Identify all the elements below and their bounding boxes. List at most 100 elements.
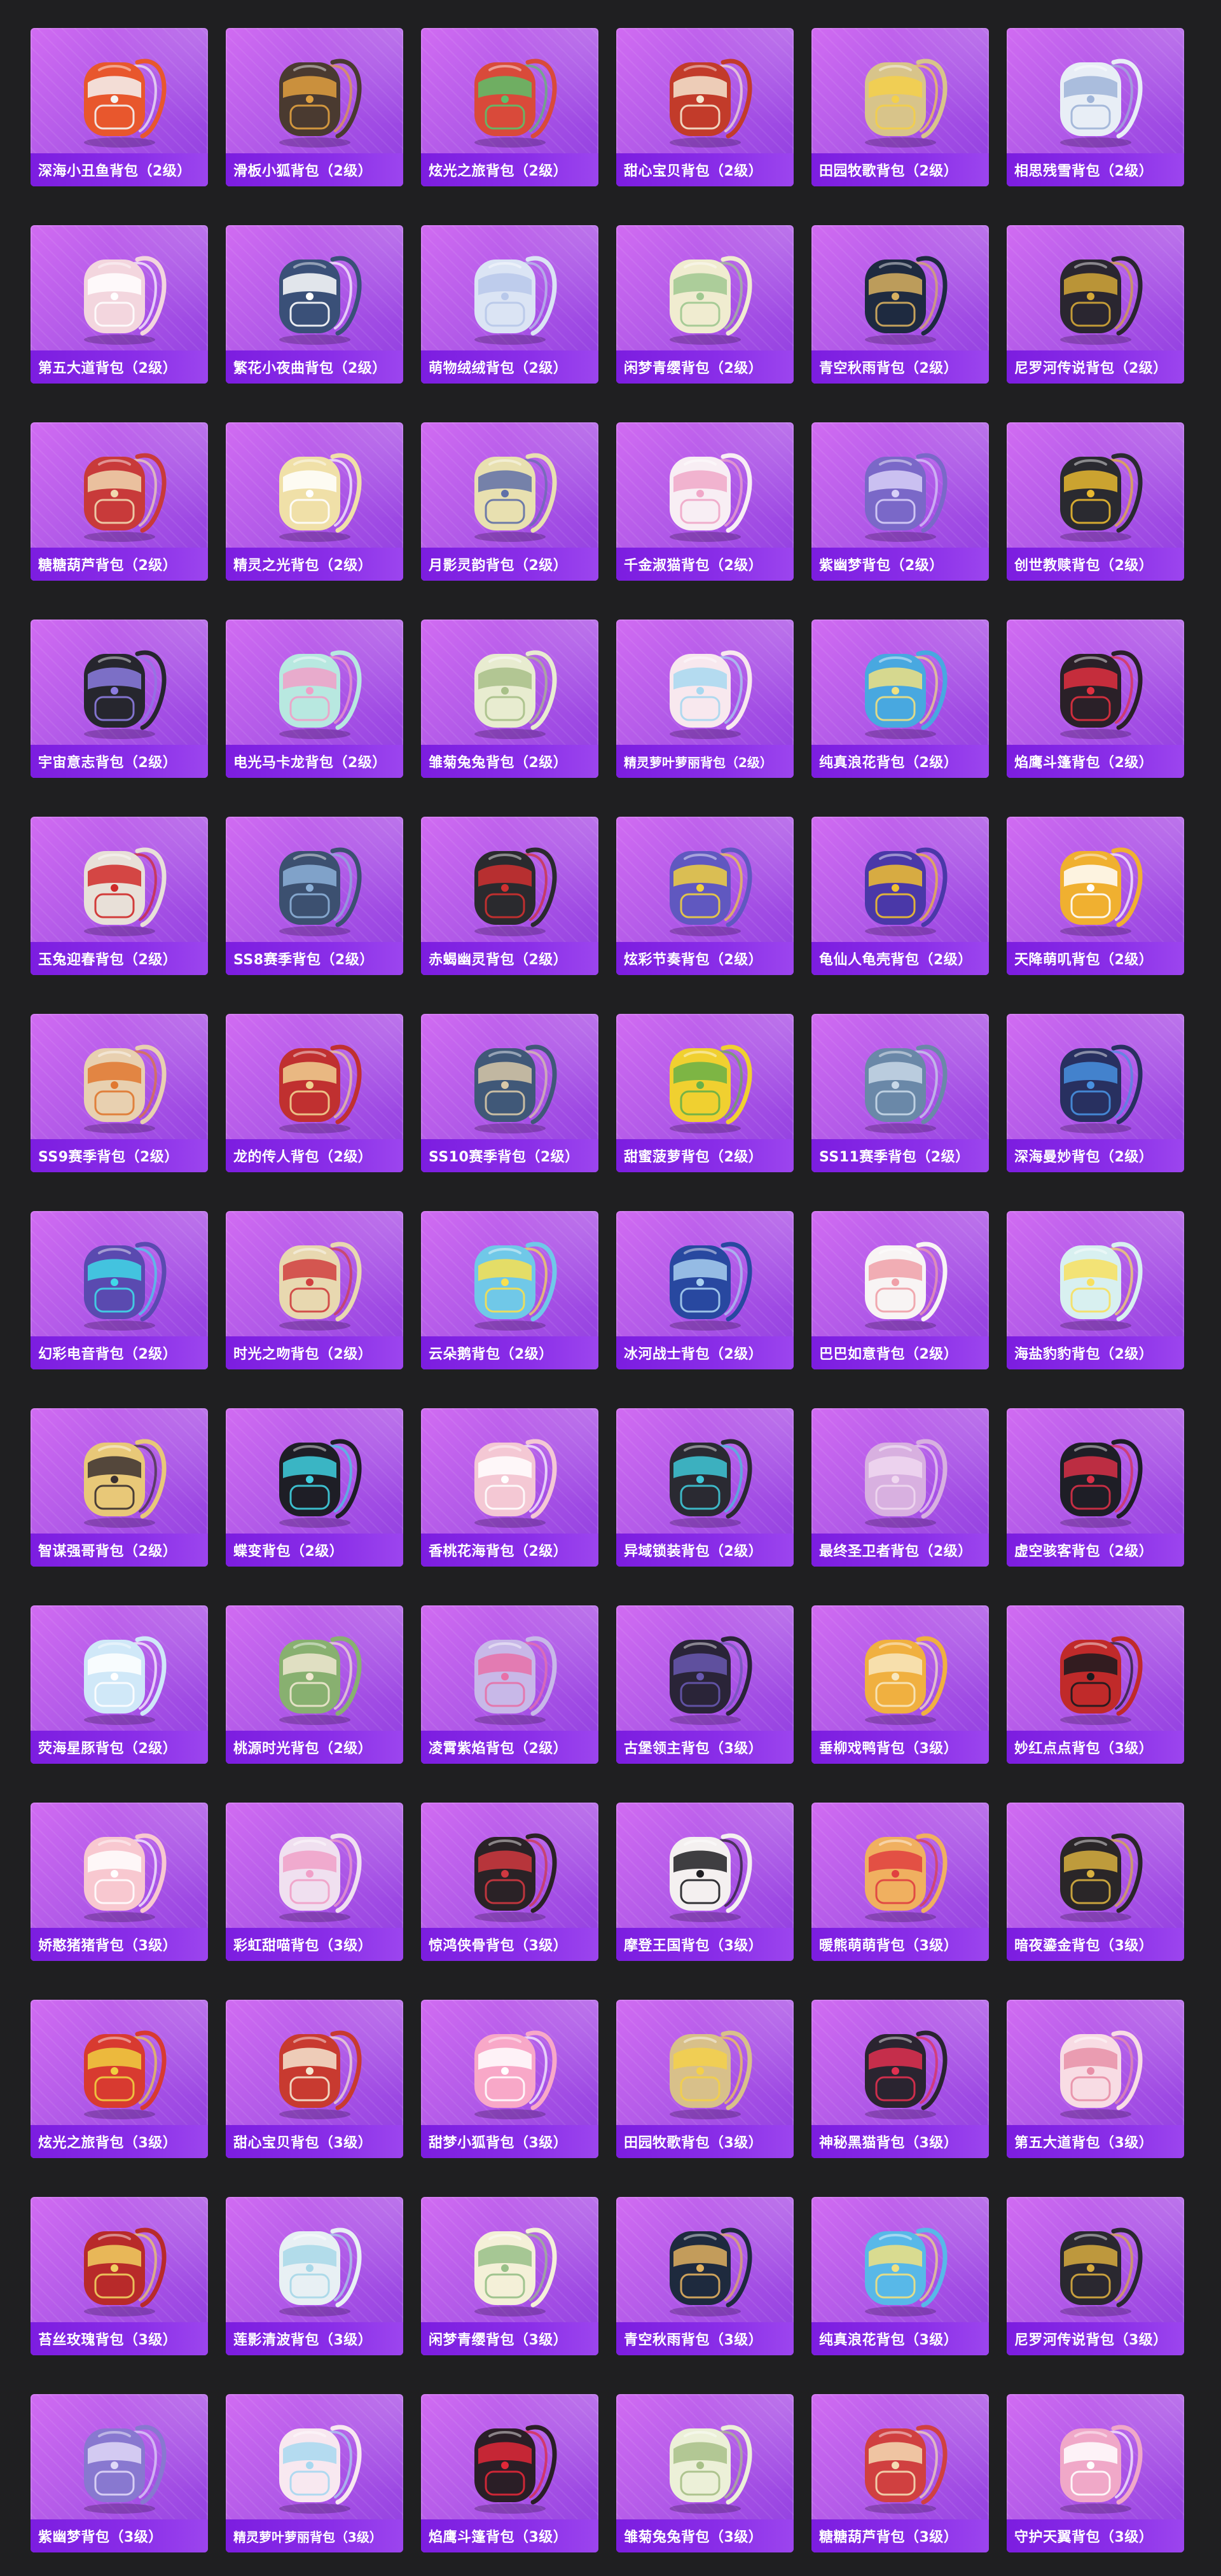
backpack-card-48[interactable]: 虚空骇客背包（2级）	[1007, 1408, 1184, 1567]
backpack-card-33[interactable]: SS10赛季背包（2级）	[421, 1014, 598, 1172]
backpack-card-57[interactable]: 惊鸿侠骨背包（3级）	[421, 1803, 598, 1961]
backpack-card-26[interactable]: SS8赛季背包（2级）	[226, 817, 403, 975]
backpack-card-41[interactable]: 巴巴如意背包（2级）	[811, 1211, 989, 1369]
ss10-season-backpack-icon	[474, 1044, 557, 1133]
backpack-card-29[interactable]: 龟仙人龟壳背包（2级）	[811, 817, 989, 975]
backpack-card-51[interactable]: 凌霄紫焰背包（2级）	[421, 1605, 598, 1764]
butterfly-change-backpack-icon	[279, 1439, 362, 1528]
backpack-card-14[interactable]: 精灵之光背包（2级）	[226, 422, 403, 581]
backpack-card-21[interactable]: 雏菊兔兔背包（2级）	[421, 620, 598, 778]
backpack-card-47[interactable]: 最终圣卫者背包（2级）	[811, 1408, 989, 1567]
backpack-card-32[interactable]: 龙的传人背包（2级）	[226, 1014, 403, 1172]
backpack-card-2[interactable]: 滑板小狐背包（2级）	[226, 28, 403, 186]
backpack-caption: 糖糖葫芦背包（2级）	[31, 548, 208, 581]
backpack-card-38[interactable]: 时光之吻背包（2级）	[226, 1211, 403, 1369]
backpack-name: 纯真浪花背包（3级）	[819, 2332, 958, 2348]
backpack-card-46[interactable]: 异域锁装背包（2级）	[616, 1408, 794, 1567]
backpack-name: 龟仙人龟壳背包（2级）	[819, 952, 972, 968]
backpack-card-78[interactable]: 守护天翼背包（3级）	[1007, 2394, 1184, 2552]
backpack-card-4[interactable]: 甜心宝贝背包（2级）	[616, 28, 794, 186]
backpack-card-28[interactable]: 炫彩节奏背包（2级）	[616, 817, 794, 975]
daisy-bunny-lv3-backpack-icon	[669, 2425, 752, 2514]
backpack-card-15[interactable]: 月影灵韵背包（2级）	[421, 422, 598, 581]
backpack-card-27[interactable]: 赤蝎幽灵背包（2级）	[421, 817, 598, 975]
backpack-card-1[interactable]: 深海小丑鱼背包（2级）	[31, 28, 208, 186]
backpack-card-23[interactable]: 纯真浪花背包（2级）	[811, 620, 989, 778]
backpack-card-6[interactable]: 相思残雪背包（2级）	[1007, 28, 1184, 186]
backpack-caption: 智谋强哥背包（2级）	[31, 1534, 208, 1567]
backpack-name: 炫光之旅背包（3级）	[38, 2135, 177, 2151]
backpack-card-37[interactable]: 幻彩电音背包（2级）	[31, 1211, 208, 1369]
backpack-card-73[interactable]: 紫幽梦背包（3级）	[31, 2394, 208, 2552]
backpack-card-64[interactable]: 田园牧歌背包（3级）	[616, 2000, 794, 2158]
backpack-card-69[interactable]: 闲梦青缨背包（3级）	[421, 2197, 598, 2355]
backpack-card-54[interactable]: 妙红点点背包（3级）	[1007, 1605, 1184, 1764]
backpack-card-35[interactable]: SS11赛季背包（2级）	[811, 1014, 989, 1172]
backpack-card-40[interactable]: 冰河战士背包（2级）	[616, 1211, 794, 1369]
backpack-card-30[interactable]: 天降萌叽背包（2级）	[1007, 817, 1184, 975]
backpack-card-67[interactable]: 苔丝玫瑰背包（3级）	[31, 2197, 208, 2355]
backpack-card-42[interactable]: 海盐豹豹背包（2级）	[1007, 1211, 1184, 1369]
backpack-name: 炫光之旅背包（2级）	[429, 163, 568, 179]
backpack-card-13[interactable]: 糖糖葫芦背包（2级）	[31, 422, 208, 581]
backpack-card-12[interactable]: 尼罗河传说背包（2级）	[1007, 225, 1184, 384]
backpack-card-18[interactable]: 创世教赎背包（2级）	[1007, 422, 1184, 581]
backpack-card-43[interactable]: 智谋强哥背包（2级）	[31, 1408, 208, 1567]
backpack-card-34[interactable]: 甜蜜菠萝背包（2级）	[616, 1014, 794, 1172]
backpack-card-22[interactable]: 精灵萝叶萝丽背包（2级）	[616, 620, 794, 778]
red-dots-backpack-icon	[1059, 1636, 1143, 1725]
backpack-card-39[interactable]: 云朵鹅背包（2级）	[421, 1211, 598, 1369]
backpack-card-76[interactable]: 雏菊兔兔背包（3级）	[616, 2394, 794, 2552]
backpack-card-63[interactable]: 甜梦小狐背包（3级）	[421, 2000, 598, 2158]
backpack-caption: 创世教赎背包（2级）	[1007, 548, 1184, 581]
backpack-card-74[interactable]: 精灵萝叶萝丽背包（3级）	[226, 2394, 403, 2552]
backpack-card-17[interactable]: 紫幽梦背包（2级）	[811, 422, 989, 581]
backpack-card-75[interactable]: 焰鹰斗篷背包（3级）	[421, 2394, 598, 2552]
backpack-name: 萌物绒绒背包（2级）	[429, 361, 568, 377]
backpack-card-50[interactable]: 桃源时光背包（2级）	[226, 1605, 403, 1764]
backpack-card-3[interactable]: 炫光之旅背包（2级）	[421, 28, 598, 186]
backpack-card-70[interactable]: 青空秋雨背包（3级）	[616, 2197, 794, 2355]
backpack-card-60[interactable]: 暗夜鎏金背包（3级）	[1007, 1803, 1184, 1961]
cloud-goose-backpack-icon	[474, 1242, 557, 1331]
backpack-card-11[interactable]: 青空秋雨背包（2级）	[811, 225, 989, 384]
backpack-card-44[interactable]: 蝶变背包（2级）	[226, 1408, 403, 1567]
backpack-card-9[interactable]: 萌物绒绒背包（2级）	[421, 225, 598, 384]
backpack-card-5[interactable]: 田园牧歌背包（2级）	[811, 28, 989, 186]
backpack-name: 紫幽梦背包（2级）	[819, 558, 944, 574]
backpack-name: 异域锁装背包（2级）	[624, 1544, 763, 1560]
backpack-card-68[interactable]: 莲影清波背包（3级）	[226, 2197, 403, 2355]
purple-dream-lv3-backpack-icon	[83, 2425, 167, 2514]
backpack-card-56[interactable]: 彩虹甜喵背包（3级）	[226, 1803, 403, 1961]
backpack-card-52[interactable]: 古堡领主背包（3级）	[616, 1605, 794, 1764]
backpack-card-20[interactable]: 电光马卡龙背包（2级）	[226, 620, 403, 778]
backpack-card-8[interactable]: 繁花小夜曲背包（2级）	[226, 225, 403, 384]
backpack-caption: 雏菊兔兔背包（2级）	[421, 745, 598, 778]
backpack-name: 繁花小夜曲背包（2级）	[233, 361, 387, 377]
backpack-card-36[interactable]: 深海曼妙背包（2级）	[1007, 1014, 1184, 1172]
backpack-card-77[interactable]: 糖糖葫芦背包（3级）	[811, 2394, 989, 2552]
castle-lord-backpack-icon	[669, 1636, 752, 1725]
backpack-caption: 暖熊萌萌背包（3级）	[811, 1928, 989, 1961]
backpack-card-31[interactable]: SS9赛季背包（2级）	[31, 1014, 208, 1172]
backpack-card-59[interactable]: 暖熊萌萌背包（3级）	[811, 1803, 989, 1961]
backpack-card-16[interactable]: 千金淑猫背包（2级）	[616, 422, 794, 581]
purple-flame-backpack-icon	[474, 1636, 557, 1725]
backpack-card-61[interactable]: 炫光之旅背包（3级）	[31, 2000, 208, 2158]
backpack-card-10[interactable]: 闲梦青缨背包（2级）	[616, 225, 794, 384]
backpack-card-66[interactable]: 第五大道背包（3级）	[1007, 2000, 1184, 2158]
backpack-card-53[interactable]: 垂柳戏鸭背包（3级）	[811, 1605, 989, 1764]
backpack-card-65[interactable]: 神秘黑猫背包（3级）	[811, 2000, 989, 2158]
backpack-card-55[interactable]: 娇憨猪猪背包（3级）	[31, 1803, 208, 1961]
backpack-card-19[interactable]: 宇宙意志背包（2级）	[31, 620, 208, 778]
backpack-card-45[interactable]: 香桃花海背包（2级）	[421, 1408, 598, 1567]
backpack-card-72[interactable]: 尼罗河传说背包（3级）	[1007, 2197, 1184, 2355]
backpack-card-62[interactable]: 甜心宝贝背包（3级）	[226, 2000, 403, 2158]
backpack-card-49[interactable]: 荧海星豚背包（2级）	[31, 1605, 208, 1764]
backpack-card-25[interactable]: 玉兔迎春背包（2级）	[31, 817, 208, 975]
backpack-card-71[interactable]: 纯真浪花背包（3级）	[811, 2197, 989, 2355]
backpack-name: 幻彩电音背包（2级）	[38, 1347, 177, 1362]
backpack-card-7[interactable]: 第五大道背包（2级）	[31, 225, 208, 384]
backpack-card-58[interactable]: 摩登王国背包（3级）	[616, 1803, 794, 1961]
backpack-card-24[interactable]: 焰鹰斗篷背包（2级）	[1007, 620, 1184, 778]
